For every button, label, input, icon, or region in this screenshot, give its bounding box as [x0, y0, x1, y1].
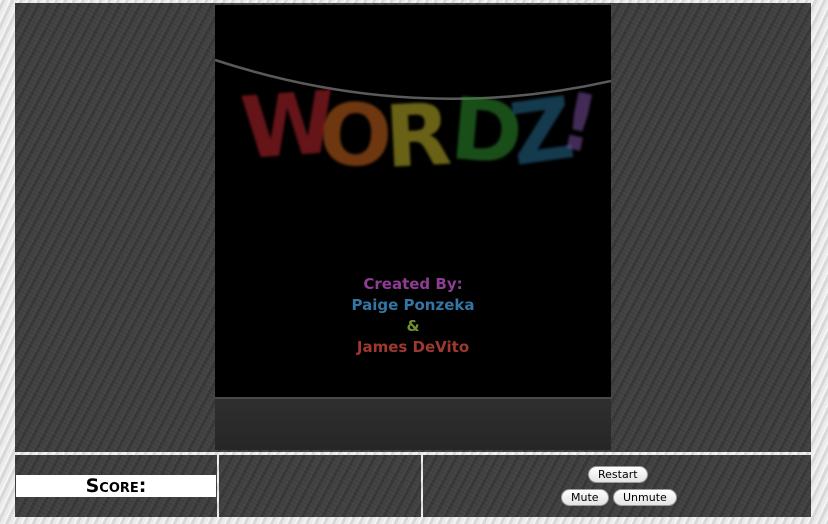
game-stage[interactable]: W O R D Z ! Created By: Paige Ponzeka & …: [215, 5, 611, 397]
logo-letter: R: [382, 84, 454, 188]
unmute-button[interactable]: Unmute: [613, 489, 677, 506]
score-label: Score:: [16, 475, 216, 497]
credits-ampersand: &: [406, 317, 420, 335]
middle-panel: [219, 455, 421, 517]
controls-panel: Restart Mute Unmute: [423, 455, 811, 517]
credits: Created By: Paige Ponzeka & James DeVito: [215, 274, 611, 358]
restart-button[interactable]: Restart: [588, 466, 648, 483]
credits-heading: Created By:: [363, 275, 463, 293]
credits-author-1: Paige Ponzeka: [351, 296, 475, 314]
score-panel: Score:: [15, 455, 217, 517]
credits-author-2: James DeVito: [356, 338, 470, 356]
stage-footer: [215, 397, 611, 450]
logo-letter: O: [317, 84, 394, 188]
mute-button[interactable]: Mute: [561, 489, 609, 506]
